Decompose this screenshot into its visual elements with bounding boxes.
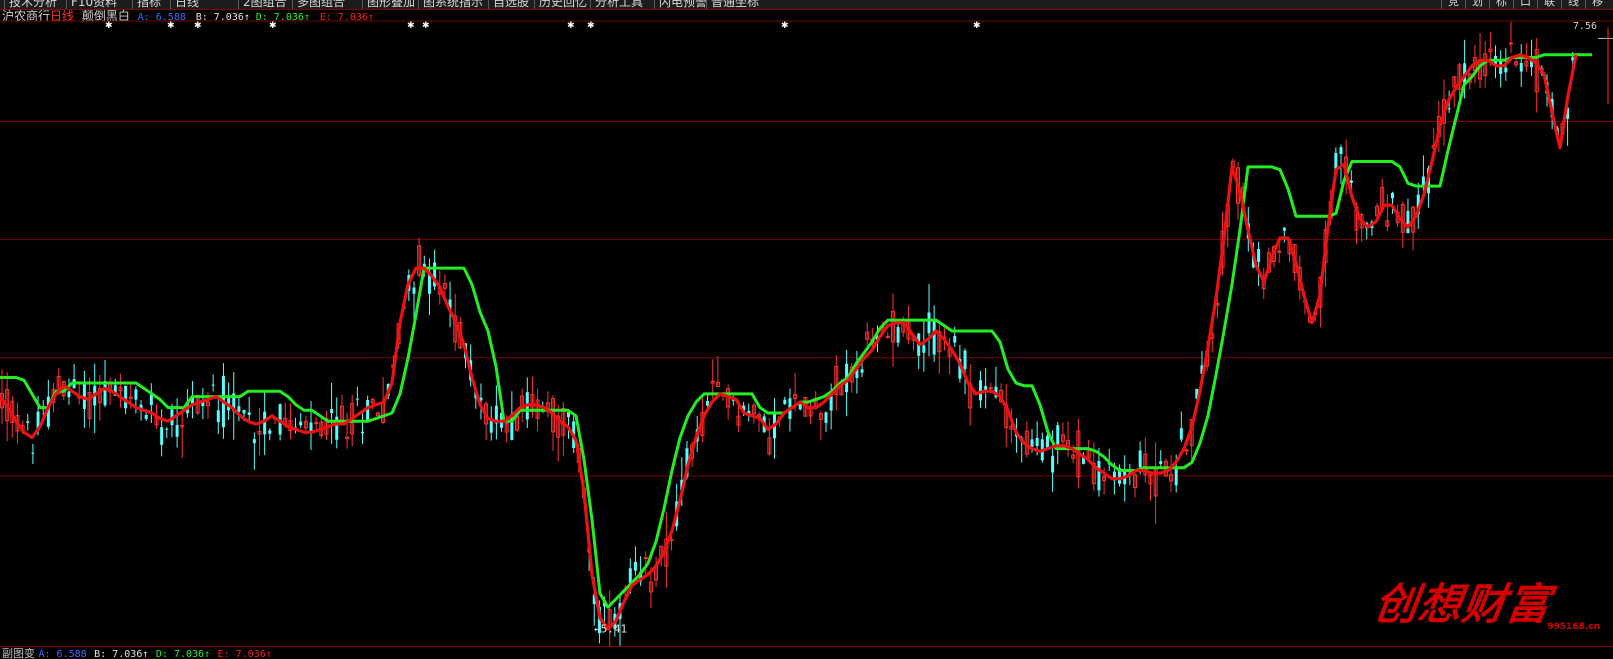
green-indicator-line [0,53,1592,609]
candle-body [216,410,220,423]
candle-body [1504,67,1508,73]
candle-body [1499,61,1503,75]
candle-body [124,385,128,409]
candle-body [103,381,107,406]
candle-body [963,350,967,369]
candle-body [1097,460,1101,491]
candle-body [628,568,632,584]
red-indicator-line [0,53,1578,631]
candle-body [67,391,71,398]
event-marker: ✱ [105,21,113,31]
candle-body [247,412,251,416]
event-marker: ✱ [167,21,175,31]
candle-body [211,384,215,386]
price-chart[interactable]: ←5.41✱✱✱✱✱✱✱✱✱✱▲ [0,0,1613,646]
candle-body [268,430,272,434]
candle-body [299,421,303,426]
candle-body [885,336,890,339]
candle-body [1035,437,1039,447]
candle-body [1257,249,1261,262]
candle-body [1051,456,1055,473]
candle-body [829,396,833,411]
candle-body [1421,176,1425,186]
candle-body [149,394,153,406]
candle-body [1174,469,1178,486]
candle-body [82,381,86,410]
candle-body [1391,192,1394,199]
low-price-label: ←5.41 [594,622,627,635]
candle-body [979,380,982,401]
candle-body [922,345,926,353]
price-axis-label: 7.56 [1572,21,1597,32]
candle-body [1339,147,1343,155]
candle-body [988,387,993,390]
event-marker: ✱ [194,21,202,31]
watermark-text: 创想财富 [1370,580,1554,630]
candle-body [953,336,957,343]
watermark-url: 995168.cn [1547,622,1600,632]
candle-body [175,425,179,437]
candle-body [1282,227,1286,231]
candle-body [633,561,637,571]
candle-body [860,369,864,373]
candle-body [1277,250,1282,253]
candle-body [1159,461,1163,464]
candle-body [1045,435,1049,449]
candle-body [237,406,241,412]
candle-body [1349,180,1353,183]
event-marker: ✱ [422,21,430,31]
candle-body [412,287,416,294]
candle-body [165,428,169,430]
candle-body [134,389,138,400]
sub-chart-name[interactable]: 副图变 [2,647,35,659]
candle-body [26,421,30,423]
candle-body [824,412,828,423]
candle-body [1508,42,1513,45]
candle-body [31,452,35,454]
candle-body [160,427,164,445]
candle-body [144,414,148,420]
candle-body [1179,428,1183,440]
watermark: 创想财富 995168.cn [1371,570,1600,638]
candle-body [1406,210,1410,234]
candle-body [932,319,936,355]
candle-body [896,326,900,343]
candle-body [1184,449,1189,452]
event-marker: ✱ [781,21,789,31]
candle-body [314,422,319,425]
candle-body [1138,450,1142,468]
candle-body [643,557,648,560]
event-marker: ✱ [587,21,595,31]
candle-body [361,431,364,434]
candle-body [242,409,246,414]
candle-body [1447,108,1451,110]
candle-body [355,398,359,400]
candle-body [1030,439,1034,447]
event-marker: ✱ [973,21,981,31]
event-marker: ✱ [269,21,277,31]
event-marker: ✱ [407,21,415,31]
candle-body [783,399,787,404]
candle-body [252,439,256,444]
candle-body [489,421,493,433]
sub-chart-header: 副图变 A: 6.588 B: 7.036↑ D: 7.036↑ E: 7.03… [0,646,1613,659]
candle-body [927,312,931,334]
event-marker: ✱ [567,21,575,31]
candle-body [1519,62,1523,72]
candle-body [330,409,334,414]
